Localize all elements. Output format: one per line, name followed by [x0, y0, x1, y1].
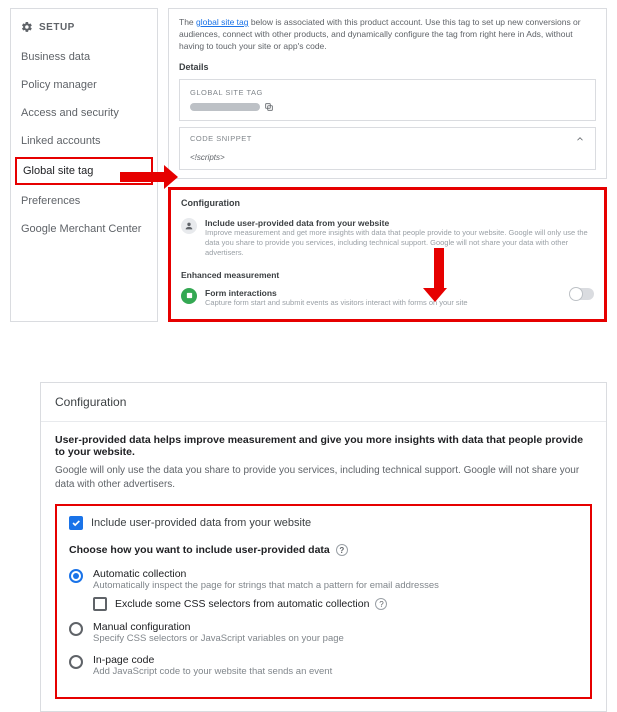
include-user-data-checkbox-row[interactable]: Include user-provided data from your web… — [69, 516, 578, 530]
radio-automatic-title: Automatic collection — [93, 568, 439, 580]
annotation-arrow-down — [430, 248, 447, 302]
highlighted-options: Include user-provided data from your web… — [55, 504, 592, 699]
enhanced-measurement-label: Enhanced measurement — [181, 270, 594, 280]
sidebar-item-merchant-center[interactable]: Google Merchant Center — [11, 215, 157, 243]
user-data-icon — [181, 218, 197, 234]
configuration-panel-large: Configuration User-provided data helps i… — [40, 382, 607, 712]
setup-label: SETUP — [39, 22, 75, 33]
config-title: Configuration — [181, 198, 594, 208]
radio-in-page-code[interactable]: In-page code Add JavaScript code to your… — [69, 654, 578, 677]
radio-automatic[interactable] — [69, 569, 83, 583]
global-site-tag-link[interactable]: global site tag — [196, 17, 248, 27]
chevron-up-icon — [575, 134, 585, 144]
radio-automatic-collection[interactable]: Automatic collection Automatically inspe… — [69, 568, 578, 611]
config-row-title: Include user-provided data from your web… — [205, 218, 594, 228]
configuration-panel-small: Configuration Include user-provided data… — [168, 187, 607, 322]
code-snippet-box[interactable]: CODE SNIPPET <!scripts> — [179, 127, 596, 171]
gst-label: GLOBAL SITE TAG — [190, 88, 585, 99]
details-label: Details — [179, 61, 596, 74]
choose-method-label: Choose how you want to include user-prov… — [69, 544, 330, 556]
radio-manual-desc: Specify CSS selectors or JavaScript vari… — [93, 633, 344, 644]
radio-inpage-title: In-page code — [93, 654, 332, 666]
config-row-desc: Improve measurement and get more insight… — [205, 228, 594, 257]
include-user-data-label: Include user-provided data from your web… — [91, 517, 311, 529]
radio-automatic-desc: Automatically inspect the page for strin… — [93, 580, 439, 591]
code-snippet-label: CODE SNIPPET — [190, 134, 252, 145]
help-icon[interactable]: ? — [375, 598, 387, 610]
include-user-data-checkbox[interactable] — [69, 516, 83, 530]
radio-inpage-desc: Add JavaScript code to your website that… — [93, 666, 332, 677]
copy-icon[interactable] — [264, 102, 274, 112]
radio-manual-title: Manual configuration — [93, 621, 344, 633]
radio-inpage[interactable] — [69, 655, 83, 669]
sidebar-item-business-data[interactable]: Business data — [11, 43, 157, 71]
config-row-user-data[interactable]: Include user-provided data from your web… — [181, 214, 594, 261]
exclude-css-label: Exclude some CSS selectors from automati… — [115, 598, 369, 610]
sidebar-item-preferences[interactable]: Preferences — [11, 187, 157, 215]
config-large-headline: User-provided data helps improve measure… — [55, 434, 592, 458]
config-large-desc: Google will only use the data you share … — [55, 464, 592, 492]
form-interactions-icon — [181, 288, 197, 304]
annotation-arrow-right — [120, 172, 164, 182]
radio-manual-configuration[interactable]: Manual configuration Specify CSS selecto… — [69, 621, 578, 644]
sidebar-item-access-security[interactable]: Access and security — [11, 99, 157, 127]
gear-icon — [21, 21, 33, 33]
config-large-title: Configuration — [55, 395, 592, 409]
intro-panel: The global site tag below is associated … — [168, 8, 607, 179]
divider — [41, 421, 606, 422]
sidebar-item-policy-manager[interactable]: Policy manager — [11, 71, 157, 99]
config-row-form-interactions: Form interactions Capture form start and… — [181, 284, 594, 312]
help-icon[interactable]: ? — [336, 544, 348, 556]
sidebar-item-linked-accounts[interactable]: Linked accounts — [11, 127, 157, 155]
code-snippet-body: <!scripts> — [180, 150, 595, 169]
radio-manual[interactable] — [69, 622, 83, 636]
form-interactions-toggle[interactable] — [570, 288, 594, 300]
setup-header: SETUP — [11, 17, 157, 43]
intro-text-pre: The — [179, 17, 196, 27]
gst-value-redacted — [190, 103, 260, 111]
details-box: GLOBAL SITE TAG — [179, 79, 596, 121]
sidebar: SETUP Business data Policy manager Acces… — [10, 8, 158, 322]
